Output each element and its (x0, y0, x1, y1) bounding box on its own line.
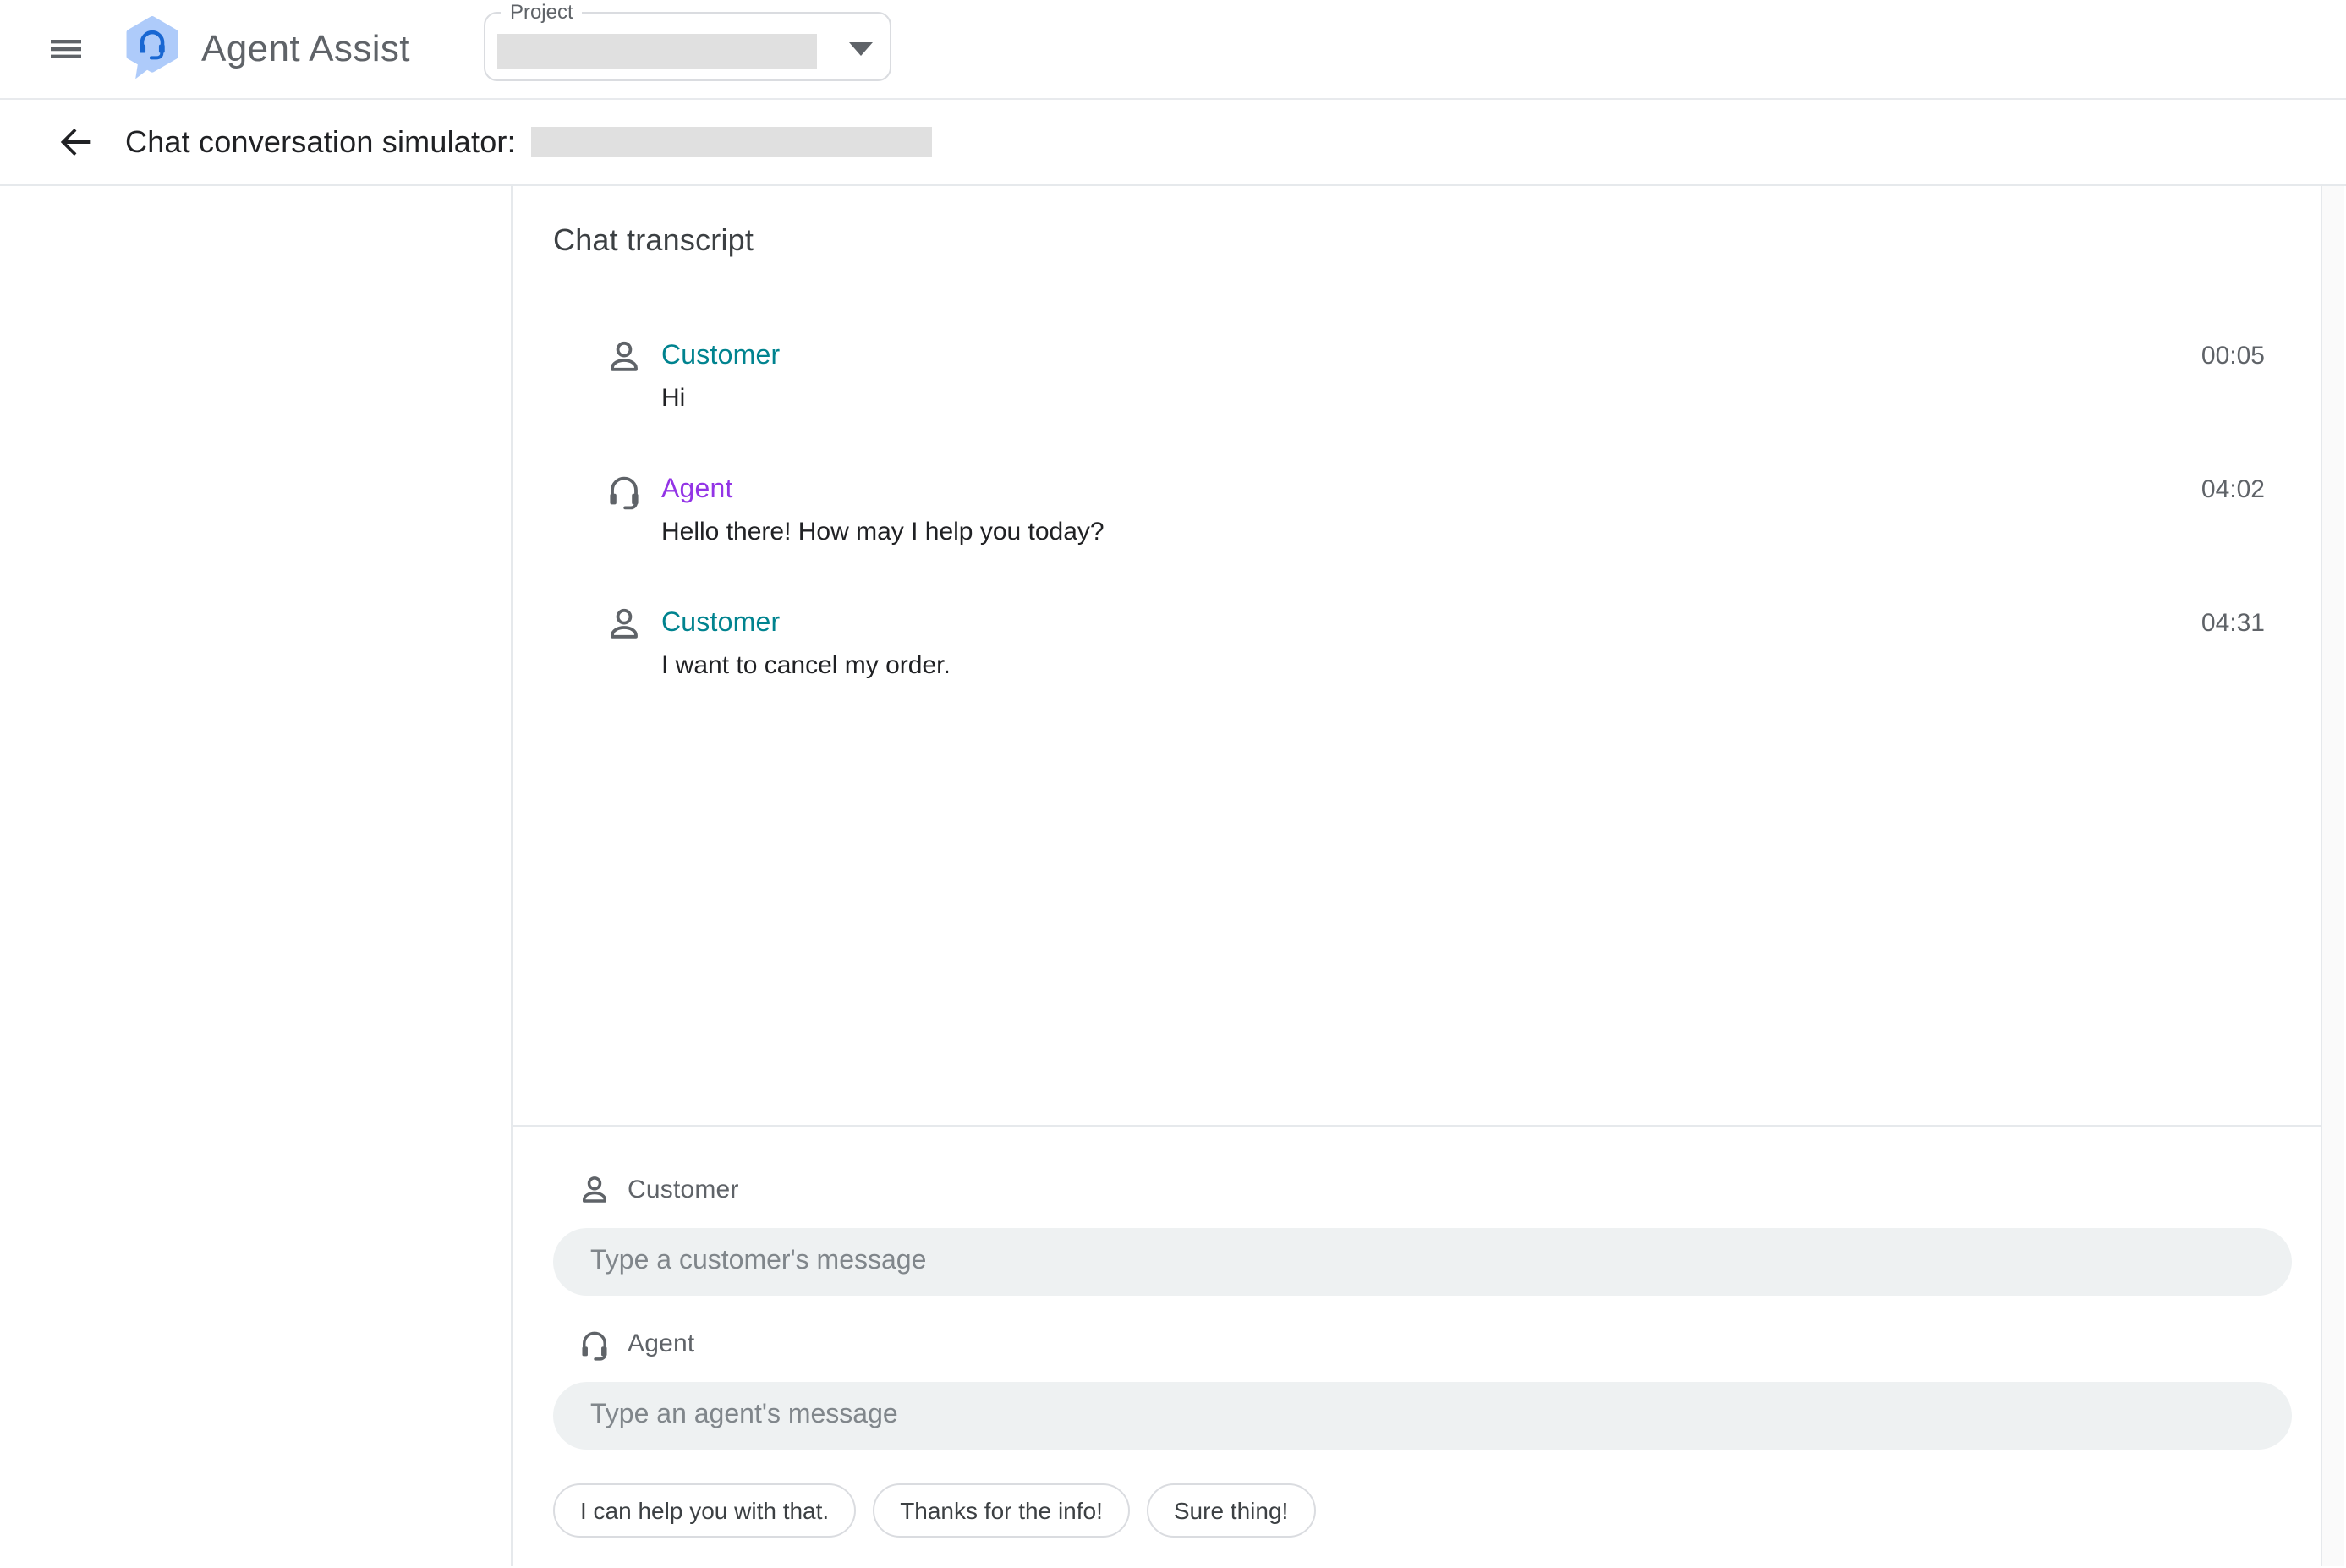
message-timestamp: 04:02 (2201, 472, 2265, 509)
simulator-panel: Chat transcript Customer Hi 00:05 (513, 186, 2322, 1566)
content-area: Chat transcript Customer Hi 00:05 (0, 186, 2346, 1566)
agent-input-label: Agent (628, 1329, 694, 1357)
project-select[interactable]: Project (485, 12, 892, 81)
back-button[interactable] (51, 117, 101, 167)
transcript-message-row: Customer Hi 00:05 (553, 338, 2265, 418)
smart-reply-chips: I can help you with that. Thanks for the… (553, 1483, 2292, 1538)
message-timestamp: 00:05 (2201, 338, 2265, 376)
person-icon (604, 604, 644, 644)
customer-input-label-row: Customer (553, 1171, 2292, 1208)
hamburger-icon (46, 29, 86, 69)
conversation-profile-redacted (531, 127, 932, 157)
headset-icon (577, 1325, 612, 1361)
message-timestamp: 04:31 (2201, 606, 2265, 643)
arrow-back-icon (54, 120, 98, 164)
transcript-message-row: Customer I want to cancel my order. 04:3… (553, 606, 2265, 685)
message-sender: Agent (661, 472, 1104, 509)
agent-assist-logo-icon (123, 15, 181, 83)
left-panel (0, 186, 513, 1566)
app-title: Agent Assist (201, 27, 410, 71)
smart-reply-chip[interactable]: Thanks for the info! (873, 1483, 1130, 1538)
agent-message-input[interactable] (553, 1382, 2292, 1450)
agent-assist-app: Agent Assist Project Chat conversation s… (0, 0, 2346, 1568)
message-sender: Customer (661, 338, 780, 376)
agent-input-label-row: Agent (553, 1324, 2292, 1362)
transcript-message-row: Agent Hello there! How may I help you to… (553, 472, 2265, 551)
page-title: Chat conversation simulator: (125, 124, 516, 160)
scrollbar-gutter[interactable] (2322, 186, 2344, 1566)
message-text: Hi (661, 381, 780, 418)
person-icon (577, 1171, 612, 1207)
project-select-label: Project (502, 0, 582, 24)
dropdown-arrow-icon (850, 42, 874, 56)
person-icon (604, 337, 644, 377)
headset-icon (604, 470, 644, 511)
message-sender: Customer (661, 606, 951, 643)
message-text: Hello there! How may I help you today? (661, 514, 1104, 551)
composer-section: Customer Agent I can help you with that.… (513, 1127, 2321, 1566)
smart-reply-chip[interactable]: I can help you with that. (553, 1483, 856, 1538)
transcript-heading: Chat transcript (553, 220, 2265, 260)
customer-input-label: Customer (628, 1175, 739, 1203)
customer-message-input[interactable] (553, 1228, 2292, 1296)
page-toolbar: Chat conversation simulator: (0, 100, 2346, 186)
app-header: Agent Assist Project (0, 0, 2346, 100)
project-value-redacted (498, 34, 818, 69)
smart-reply-chip[interactable]: Sure thing! (1147, 1483, 1315, 1538)
message-text: I want to cancel my order. (661, 648, 951, 685)
chat-transcript-section: Chat transcript Customer Hi 00:05 (513, 186, 2321, 1127)
hamburger-menu-button[interactable] (37, 20, 95, 78)
